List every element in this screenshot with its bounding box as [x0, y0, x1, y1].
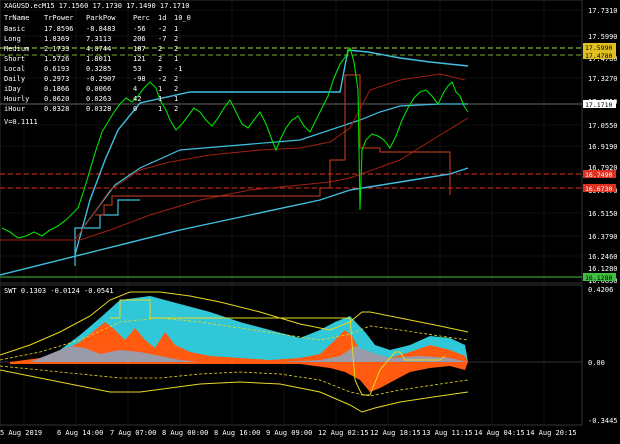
- stats-cell: 53: [133, 65, 141, 73]
- stats-cell: 206: [133, 35, 146, 43]
- stats-cell: 2: [174, 45, 178, 53]
- stats-cell: -1: [174, 65, 182, 73]
- stats-header-1: TrPower: [44, 14, 74, 22]
- price-label-10: 16.3790: [588, 233, 618, 241]
- stats-cell: 2: [158, 65, 162, 73]
- badge-4: 16.6730: [585, 185, 612, 193]
- time-label-10: 14 Aug 20:15: [526, 429, 577, 437]
- stats-cell: Basic: [4, 25, 25, 33]
- stats-header-0: TrName: [4, 14, 29, 22]
- indicator-level-top: 0.4206: [588, 286, 613, 294]
- price-label-1: 17.5990: [588, 33, 618, 41]
- stats-cell: 4: [133, 85, 137, 93]
- price-label-9: 16.5150: [588, 210, 618, 218]
- stats-cell: Long: [4, 35, 21, 43]
- stats-header-4: 1d: [158, 14, 166, 22]
- stats-cell: -56: [133, 25, 146, 33]
- badge-5: 16.1280: [585, 274, 612, 282]
- stats-cell: 0.0263: [86, 95, 111, 103]
- stats-cell: 1: [174, 55, 178, 63]
- stats-cell: 0.6193: [44, 65, 69, 73]
- price-label-5: 17.0550: [588, 122, 618, 130]
- stats-header-5: 10_0: [174, 14, 191, 22]
- time-label-2: 7 Aug 07:00: [110, 429, 156, 437]
- stats-cell: 0.0328: [44, 105, 69, 113]
- price-label-0: 17.7310: [588, 7, 618, 15]
- badge-2: 17.1710: [585, 101, 612, 109]
- badge-0: 17.5990: [585, 44, 612, 52]
- stats-cell: 1: [158, 95, 162, 103]
- price-label-6: 16.9190: [588, 143, 618, 151]
- stats-cell: Medium: [4, 45, 29, 53]
- stats-cell: 2.1733: [44, 45, 69, 53]
- stats-cell: -7: [158, 35, 166, 43]
- stats-cell: Local: [4, 65, 25, 73]
- indicator-level-zero: 0.00: [588, 359, 605, 367]
- stats-cell: 0.0066: [86, 85, 111, 93]
- stats-cell: 1.8369: [44, 35, 69, 43]
- badge-1: 17.4780: [585, 52, 612, 60]
- time-axis: 5 Aug 2019 6 Aug 14:00 7 Aug 07:00 8 Aug…: [0, 429, 577, 437]
- stats-cell: -98: [133, 75, 146, 83]
- stats-cell: iHour: [4, 105, 25, 113]
- stats-header-3: Perc: [133, 14, 150, 22]
- stats-cell: 2: [174, 35, 178, 43]
- stats-cell: -8.8483: [86, 25, 116, 33]
- stats-cell: 0.0620: [44, 95, 69, 103]
- stats-cell: 4.0744: [86, 45, 111, 53]
- time-label-5: 9 Aug 09:00: [266, 429, 312, 437]
- stats-cell: Short: [4, 55, 25, 63]
- time-label-4: 8 Aug 16:00: [214, 429, 260, 437]
- price-label-11: 16.2460: [588, 253, 618, 261]
- stats-cell: 121: [133, 55, 146, 63]
- stats-cell: -2: [158, 75, 166, 83]
- stats-cell: 1: [158, 105, 162, 113]
- stats-cell: iDay: [4, 85, 21, 93]
- stats-cell: 0.1866: [44, 85, 69, 93]
- chart-header: XAGUSD.ecM15 17.1560 17.1730 17.1490 17.…: [4, 2, 189, 10]
- indicator-level-bottom: -0.3445: [588, 417, 618, 425]
- stats-cell: Hourly: [4, 95, 29, 103]
- time-label-6: 12 Aug 02:15: [318, 429, 369, 437]
- badge-3: 16.7490: [585, 171, 612, 179]
- stats-header-2: ParkPow: [86, 14, 116, 22]
- stats-cell: 2: [174, 105, 178, 113]
- indicator-header: SWT 0.1303 -0.0124 -0.0541: [4, 287, 114, 295]
- stats-cell: 17.8596: [44, 25, 74, 33]
- time-label-7: 12 Aug 18:15: [370, 429, 421, 437]
- indicator-pane[interactable]: SWT 0.1303 -0.0124 -0.0541 0.4206 0.00 -…: [0, 284, 618, 426]
- stats-cell: -0.2907: [86, 75, 116, 83]
- stats-cell: 2: [174, 85, 178, 93]
- price-label-3: 17.3270: [588, 75, 618, 83]
- stats-cell: 1: [174, 95, 178, 103]
- stats-cell: 1: [174, 25, 178, 33]
- stats-cell: -2: [158, 25, 166, 33]
- stats-cell: 0.2973: [44, 75, 69, 83]
- stats-footer: V=0.1111: [4, 118, 38, 126]
- stats-cell: 0: [133, 105, 137, 113]
- stats-cell: 0.0328: [86, 105, 111, 113]
- stats-cell: 1.8011: [86, 55, 111, 63]
- price-label-12: 16.1280: [588, 265, 618, 273]
- time-label-8: 13 Aug 11:15: [422, 429, 473, 437]
- time-label-9: 14 Aug 04:15: [474, 429, 525, 437]
- stats-cell: Daily: [4, 75, 25, 83]
- stats-cell: 42: [133, 95, 141, 103]
- time-label-3: 8 Aug 00:00: [162, 429, 208, 437]
- stats-cell: 2: [158, 55, 162, 63]
- stats-cell: 7.3113: [86, 35, 111, 43]
- time-label-0: 5 Aug 2019: [0, 429, 42, 437]
- stats-cell: 1.5726: [44, 55, 69, 63]
- stats-cell: 187: [133, 45, 146, 53]
- stats-cell: 2: [174, 75, 178, 83]
- time-label-1: 6 Aug 14:00: [57, 429, 103, 437]
- stats-cell: 0.3285: [86, 65, 111, 73]
- stats-cell: 1: [158, 85, 162, 93]
- stats-cell: 2: [158, 45, 162, 53]
